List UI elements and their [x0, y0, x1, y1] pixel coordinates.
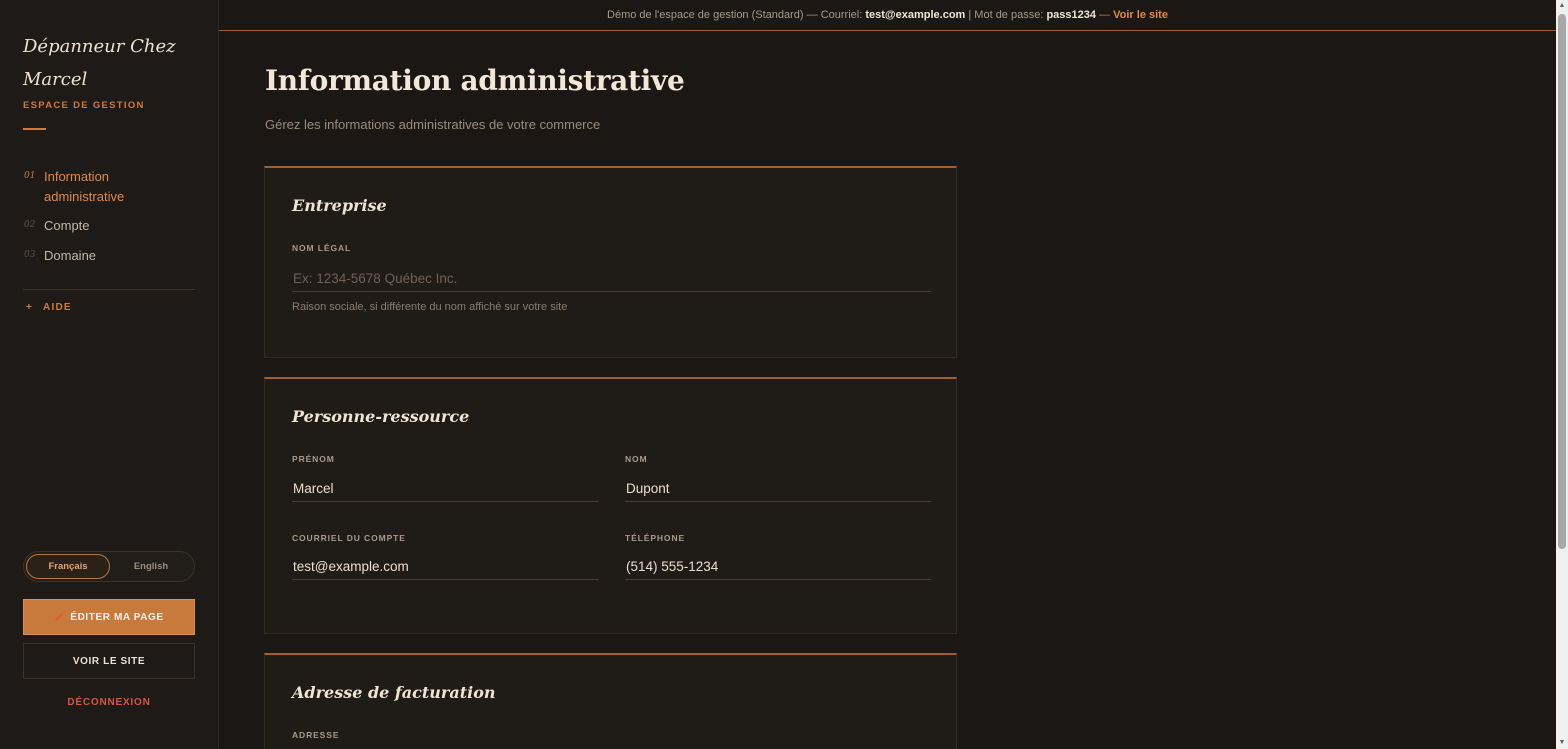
demo-email: test@example.com: [865, 9, 966, 21]
nav-item-domaine[interactable]: 03 Domaine: [24, 246, 96, 266]
plus-icon: +: [26, 302, 34, 313]
card-title: Entreprise: [292, 196, 387, 215]
demo-text: Démo de l'espace de gestion (Standard) —…: [607, 9, 866, 21]
card-title: Adresse de facturation: [292, 683, 496, 702]
brand-divider: [23, 128, 46, 130]
language-toggle: Français English: [23, 551, 195, 582]
scrollbar-thumb[interactable]: [1558, 14, 1566, 549]
pencil-icon: [55, 613, 64, 621]
courriel-label: COURRIEL DU COMPTE: [292, 533, 406, 543]
edit-page-label: ÉDITER MA PAGE: [70, 611, 164, 623]
nav-item-number: 01: [24, 171, 36, 181]
demo-banner: Démo de l'espace de gestion (Standard) —…: [219, 0, 1556, 31]
view-site-link[interactable]: Voir le site: [1113, 9, 1168, 21]
nav-item-label: Compte: [44, 218, 90, 233]
brand-subtitle: ESPACE DE GESTION: [23, 100, 145, 111]
main-content: Information administrative Gérez les inf…: [219, 32, 1556, 749]
prenom-label: PRÉNOM: [292, 454, 335, 464]
nom-legal-label: NOM LÉGAL: [292, 243, 352, 253]
telephone-input[interactable]: [625, 554, 931, 580]
brand-name[interactable]: Dépanneur Chez Marcel: [23, 30, 203, 96]
courriel-input[interactable]: [292, 554, 598, 580]
demo-password: pass1234: [1046, 9, 1096, 21]
help-label: AIDE: [43, 302, 72, 313]
nav-item-information-administrative[interactable]: 01 Information administrative: [24, 167, 154, 207]
nom-legal-input[interactable]: [292, 266, 931, 292]
lang-english-option[interactable]: English: [110, 554, 192, 579]
nav-item-label: Information administrative: [44, 169, 125, 204]
nav-item-number: 03: [24, 250, 36, 260]
nom-input[interactable]: [625, 476, 931, 502]
logout-button[interactable]: DÉCONNEXION: [23, 697, 195, 708]
entreprise-card: Entreprise NOM LÉGAL Raison sociale, si …: [264, 166, 957, 358]
nav-item-label: Domaine: [44, 248, 97, 263]
nom-label: NOM: [625, 454, 648, 464]
contact-card: Personne-ressource PRÉNOM NOM COURRIEL D…: [264, 377, 957, 634]
demo-separator: —: [1096, 9, 1114, 21]
billing-address-card: Adresse de facturation ADRESSE: [264, 653, 957, 749]
card-title: Personne-ressource: [292, 407, 470, 426]
demo-password-label: | Mot de passe:: [965, 9, 1047, 21]
sidebar: Dépanneur Chez Marcel ESPACE DE GESTION …: [0, 0, 219, 749]
scroll-up-icon[interactable]: ▲: [1558, 2, 1566, 10]
vertical-scrollbar[interactable]: ▲ ▼: [1556, 0, 1568, 749]
adresse-label: ADRESSE: [292, 730, 340, 740]
scroll-down-icon[interactable]: ▼: [1558, 739, 1566, 747]
nom-legal-help: Raison sociale, si différente du nom aff…: [292, 301, 568, 313]
lang-french-option[interactable]: Français: [26, 554, 110, 579]
view-site-button[interactable]: VOIR LE SITE: [23, 643, 195, 679]
telephone-label: TÉLÉPHONE: [625, 533, 686, 543]
nav-item-number: 02: [24, 220, 36, 230]
prenom-input[interactable]: [292, 476, 598, 502]
page-subtitle: Gérez les informations administratives d…: [265, 117, 601, 132]
edit-page-button[interactable]: ÉDITER MA PAGE: [23, 599, 195, 635]
help-link[interactable]: + AIDE: [26, 302, 72, 313]
page-title: Information administrative: [265, 64, 685, 97]
nav-item-compte[interactable]: 02 Compte: [24, 216, 90, 236]
sidebar-divider: [23, 289, 195, 290]
